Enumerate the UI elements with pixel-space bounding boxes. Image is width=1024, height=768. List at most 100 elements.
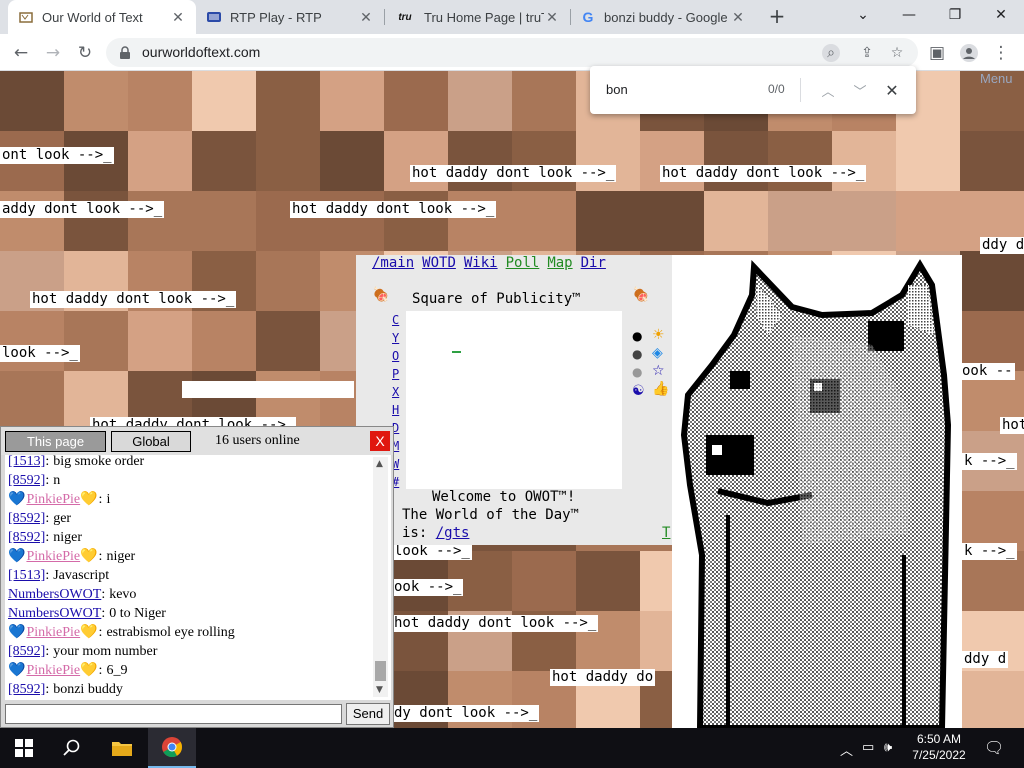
chat-nickname[interactable]: NumbersOWOT: [8, 586, 101, 605]
network-icon[interactable]: ▭: [862, 740, 874, 755]
close-icon[interactable]: ✕: [880, 78, 904, 102]
chat-message-text: n: [53, 473, 61, 489]
chat-message: [8592]: niger: [8, 529, 373, 548]
tab-google-search[interactable]: G bonzi buddy - Google ✕: [570, 0, 756, 34]
scroll-up-arrow-icon[interactable]: ▲: [376, 459, 383, 469]
chat-nickname[interactable]: [8592]: [8, 529, 45, 548]
tab-strip: Our World of Text ✕ RTP Play - RTP ✕ tru…: [0, 0, 1024, 34]
address-bar[interactable]: ourworldoftext.com ⌕ ⇪ ☆: [106, 38, 918, 67]
file-explorer-icon[interactable]: [98, 728, 146, 768]
volume-icon[interactable]: 🕪: [884, 740, 892, 755]
close-icon[interactable]: ✕: [544, 9, 560, 26]
profile-avatar-icon[interactable]: [956, 40, 982, 66]
chat-input[interactable]: [5, 704, 342, 724]
wotd-line: is: /gts: [402, 525, 469, 541]
find-in-page-icon[interactable]: ⌕: [822, 44, 840, 62]
chat-message-text: 0 to Niger: [109, 606, 166, 622]
chat-message: 💙 PinkiePie 💛: niger: [8, 548, 373, 567]
find-match-count: 0/0: [768, 82, 785, 96]
google-icon: G: [582, 9, 594, 25]
chat-close-button[interactable]: X: [370, 431, 390, 451]
chat-message: [1513]: big smoke order: [8, 455, 373, 472]
chat-nickname[interactable]: [1513]: [8, 455, 45, 472]
letter-link[interactable]: H: [392, 401, 404, 419]
chat-nickname[interactable]: [8592]: [8, 472, 45, 491]
world-text: hot: [1000, 417, 1024, 434]
world-text: hot daddy dont look -->_: [392, 615, 599, 632]
link-main[interactable]: /main: [372, 255, 414, 271]
chat-nickname[interactable]: PinkiePie: [26, 624, 80, 643]
link-dir[interactable]: Dir: [581, 255, 606, 271]
close-icon[interactable]: ✕: [170, 9, 186, 26]
letter-link[interactable]: X: [392, 383, 404, 401]
letter-link[interactable]: Y: [392, 329, 404, 347]
scroll-thumb[interactable]: [375, 661, 386, 681]
minimize-icon[interactable]: —: [886, 0, 932, 30]
tab-trutv[interactable]: tru Tru Home Page | truTV ✕: [384, 0, 570, 34]
link-poll[interactable]: Poll: [506, 255, 540, 271]
chevron-up-icon[interactable]: ︿: [840, 740, 853, 759]
kebab-menu-icon[interactable]: ⋮: [988, 40, 1014, 66]
notification-icon[interactable]: 🗨: [984, 738, 1004, 757]
close-icon[interactable]: ✕: [730, 9, 746, 26]
new-tab-button[interactable]: +: [766, 5, 788, 27]
sop-empty-area[interactable]: [406, 311, 622, 489]
t-link[interactable]: T: [662, 525, 670, 541]
chat-tab-this-page[interactable]: This page: [5, 431, 106, 452]
chat-nickname[interactable]: [1513]: [8, 567, 45, 586]
letter-link[interactable]: C: [392, 311, 404, 329]
search-icon[interactable]: [48, 728, 96, 768]
diamond-icon: ◈: [652, 345, 663, 361]
chat-message: [8592]: bonzi buddy: [8, 681, 373, 700]
link-map[interactable]: Map: [547, 255, 572, 271]
chat-messages: [1513]: big smoke order [8592]: n 💙 PinkiePie…: [8, 455, 373, 700]
tab-rtp-play[interactable]: RTP Play - RTP ✕: [196, 0, 384, 34]
square-of-publicity: /main WOTD Wiki Poll Map Dir 🍖 Square of Publ…: [356, 255, 672, 545]
chevron-up-icon[interactable]: ︿: [816, 78, 840, 102]
chat-scrollbar[interactable]: ▲ ▼: [373, 457, 388, 697]
close-icon[interactable]: ✕: [358, 9, 374, 26]
chat-nickname[interactable]: [8592]: [8, 510, 45, 529]
world-text: ook -->_: [392, 579, 464, 596]
scroll-down-arrow-icon[interactable]: ▼: [376, 685, 383, 695]
send-button[interactable]: Send: [346, 703, 390, 725]
link-wiki[interactable]: Wiki: [464, 255, 498, 271]
owot-menu-button[interactable]: Menu: [980, 71, 1013, 86]
find-input[interactable]: bon: [606, 82, 628, 97]
thumbs-up-icon: 👍: [652, 381, 670, 397]
share-icon[interactable]: ⇪: [858, 44, 876, 62]
nick-separator: :: [45, 473, 50, 489]
world-text: k -->_: [962, 453, 1017, 470]
chat-message-log[interactable]: [1513]: big smoke order [8592]: n 💙 PinkiePie…: [5, 455, 391, 700]
chrome-taskbar-icon[interactable]: [148, 728, 196, 768]
restore-icon[interactable]: ❐: [932, 0, 978, 30]
wotd-link[interactable]: /gts: [436, 525, 470, 541]
nick-separator: :: [45, 455, 50, 470]
start-button[interactable]: [0, 728, 48, 768]
chat-nickname[interactable]: NumbersOWOT: [8, 605, 101, 624]
window-close-icon[interactable]: ✕: [978, 0, 1024, 30]
back-arrow-icon[interactable]: ←: [8, 40, 34, 66]
world-text: look -->_: [0, 345, 80, 362]
tab-search-chevron-icon[interactable]: ⌄: [840, 0, 886, 30]
letter-link[interactable]: P: [392, 365, 404, 383]
owot-icon: [18, 9, 34, 25]
nick-separator: :: [98, 549, 103, 565]
world-text: hot daddy do: [550, 669, 656, 686]
side-panel-icon[interactable]: ▣: [924, 40, 950, 66]
chat-nickname[interactable]: PinkiePie: [26, 662, 80, 681]
tab-our-world-of-text[interactable]: Our World of Text ✕: [8, 0, 196, 34]
text-cursor: [452, 351, 461, 353]
chat-nickname[interactable]: PinkiePie: [26, 548, 80, 567]
bookmark-star-icon[interactable]: ☆: [888, 44, 906, 62]
forward-arrow-icon[interactable]: →: [40, 40, 66, 66]
chevron-down-icon[interactable]: ﹀: [848, 78, 872, 102]
chat-nickname[interactable]: PinkiePie: [26, 491, 80, 510]
chat-nickname[interactable]: [8592]: [8, 681, 45, 700]
letter-link[interactable]: O: [392, 347, 404, 365]
chat-tab-global[interactable]: Global: [111, 431, 191, 452]
link-wotd[interactable]: WOTD: [422, 255, 456, 271]
reload-icon[interactable]: ↻: [72, 40, 98, 66]
chat-nickname[interactable]: [8592]: [8, 643, 45, 662]
taskbar-clock[interactable]: 6:50 AM 7/25/2022: [906, 731, 972, 763]
